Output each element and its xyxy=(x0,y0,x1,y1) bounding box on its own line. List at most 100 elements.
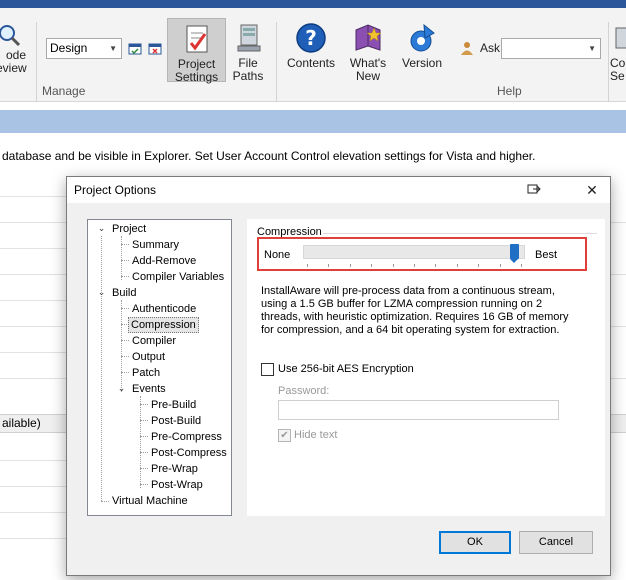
help-group-label: Help xyxy=(497,84,522,98)
tree-node-post-wrap[interactable]: Post-Wrap xyxy=(149,478,205,492)
compiler-settings-label-2: Se xyxy=(610,69,625,83)
group-divider xyxy=(323,233,597,234)
version-label: Version xyxy=(401,56,443,70)
code-review-button[interactable]: ode eview xyxy=(0,24,27,75)
ask-combo[interactable]: ▼ xyxy=(501,38,601,59)
compression-panel: Compression None Best InstallAware will … xyxy=(247,219,605,516)
tree-node-output[interactable]: Output xyxy=(130,350,167,364)
project-options-dialog: Project Options ✕ ⌄ Project Summary Add-… xyxy=(66,176,611,576)
whats-new-label-2: New xyxy=(355,69,380,83)
slider-tick xyxy=(328,264,330,267)
tree-node-compiler[interactable]: Compiler xyxy=(130,334,178,348)
slider-tick xyxy=(414,264,415,267)
tree-connector xyxy=(140,452,148,453)
checkmark-icon: ✔ xyxy=(280,430,289,441)
row-divider xyxy=(0,300,70,301)
update-arrow-icon xyxy=(406,22,438,54)
password-field[interactable] xyxy=(278,400,559,420)
compiler-icon xyxy=(614,22,626,54)
project-settings-button[interactable]: Project Settings xyxy=(167,18,226,84)
tree-node-authenticode[interactable]: Authenticode xyxy=(130,302,198,316)
cancel-button[interactable]: Cancel xyxy=(519,531,593,554)
tree-connector xyxy=(101,501,109,502)
tree-connector xyxy=(140,404,148,405)
design-combo[interactable]: Design ▼ xyxy=(46,38,122,59)
compression-highlight-box: None Best xyxy=(257,237,587,271)
compression-max-label: Best xyxy=(535,249,558,261)
close-icon: ✕ xyxy=(586,182,598,198)
row-divider xyxy=(0,196,70,197)
tree-node-compression[interactable]: Compression xyxy=(128,317,199,333)
group-separator xyxy=(608,22,609,102)
tree-connector xyxy=(101,236,102,501)
tree-connector xyxy=(140,396,141,488)
tree-node-build[interactable]: Build xyxy=(110,286,138,300)
tree-connector xyxy=(121,276,129,277)
compression-slider-track[interactable] xyxy=(303,245,525,259)
chevron-down-icon: ▼ xyxy=(588,44,596,53)
row-divider xyxy=(0,352,70,353)
minimize-to-tray-button[interactable] xyxy=(522,180,546,200)
slider-tick xyxy=(392,264,394,267)
tree-node-project[interactable]: Project xyxy=(110,222,148,236)
contents-button[interactable]: ? Contents xyxy=(284,22,338,70)
row-divider xyxy=(0,512,70,513)
compiler-settings-button[interactable]: Co Se xyxy=(610,22,626,83)
tree-connector xyxy=(121,300,122,392)
tree-connector xyxy=(140,420,148,421)
slider-tick xyxy=(521,264,522,267)
ok-button[interactable]: OK xyxy=(439,531,511,554)
slider-tick xyxy=(456,264,458,267)
tree-node-patch[interactable]: Patch xyxy=(130,366,162,380)
tree-node-virtual-machine[interactable]: Virtual Machine xyxy=(110,494,190,508)
slider-tick xyxy=(499,264,501,267)
tree-node-pre-build[interactable]: Pre-Build xyxy=(149,398,198,412)
magnifier-icon xyxy=(0,24,21,47)
tree-connector xyxy=(121,244,129,245)
aes-encryption-label[interactable]: Use 256-bit AES Encryption xyxy=(278,363,414,375)
tree-node-add-remove[interactable]: Add-Remove xyxy=(130,254,198,268)
window-check-icon[interactable] xyxy=(128,42,142,56)
tree-connector xyxy=(121,340,129,341)
project-description-text: database and be visible in Explorer. Set… xyxy=(2,149,536,163)
row-divider xyxy=(0,460,70,461)
group-separator xyxy=(276,22,277,102)
version-button[interactable]: Version xyxy=(399,22,445,70)
tree-connector xyxy=(121,260,129,261)
hide-text-label[interactable]: Hide text xyxy=(294,429,337,441)
help-question-icon: ? xyxy=(295,22,327,54)
design-combo-value: Design xyxy=(50,41,88,55)
compression-slider-thumb[interactable] xyxy=(509,244,519,263)
options-tree[interactable]: ⌄ Project Summary Add-Remove Compiler Va… xyxy=(87,219,232,516)
hide-text-checkbox[interactable]: ✔ xyxy=(278,429,291,442)
ask-label: Ask xyxy=(480,41,501,55)
dialog-titlebar[interactable]: Project Options ✕ xyxy=(67,177,610,203)
tree-node-compiler-variables[interactable]: Compiler Variables xyxy=(130,270,226,284)
tree-node-post-build[interactable]: Post-Build xyxy=(149,414,203,428)
tree-node-summary[interactable]: Summary xyxy=(130,238,181,252)
dialog-title: Project Options xyxy=(74,183,157,197)
tree-node-events[interactable]: Events xyxy=(130,382,168,396)
tree-node-post-compress[interactable]: Post-Compress xyxy=(149,446,229,460)
file-paths-button[interactable]: File Paths xyxy=(228,22,268,83)
window-close-icon[interactable] xyxy=(148,42,162,56)
project-settings-label-2: Settings xyxy=(174,70,219,84)
section-header-bar xyxy=(0,110,626,133)
row-divider xyxy=(0,486,70,487)
chevron-down-icon: ▼ xyxy=(109,44,117,53)
tree-connector xyxy=(121,308,129,309)
whats-new-button[interactable]: What's New xyxy=(344,22,392,83)
aes-encryption-checkbox[interactable] xyxy=(261,363,274,376)
tree-collapse-toggle[interactable]: ⌄ xyxy=(96,223,107,234)
tree-collapse-toggle[interactable]: ⌄ xyxy=(116,383,127,394)
user-icon xyxy=(460,41,474,55)
tree-connector xyxy=(121,236,122,280)
tree-connector xyxy=(140,484,148,485)
tree-node-pre-compress[interactable]: Pre-Compress xyxy=(149,430,224,444)
group-separator xyxy=(36,22,37,102)
close-button[interactable]: ✕ xyxy=(580,180,604,200)
tree-collapse-toggle[interactable]: ⌄ xyxy=(96,287,107,298)
compression-description: InstallAware will pre-process data from … xyxy=(261,285,569,336)
row-divider xyxy=(0,378,70,379)
tree-node-pre-wrap[interactable]: Pre-Wrap xyxy=(149,462,200,476)
